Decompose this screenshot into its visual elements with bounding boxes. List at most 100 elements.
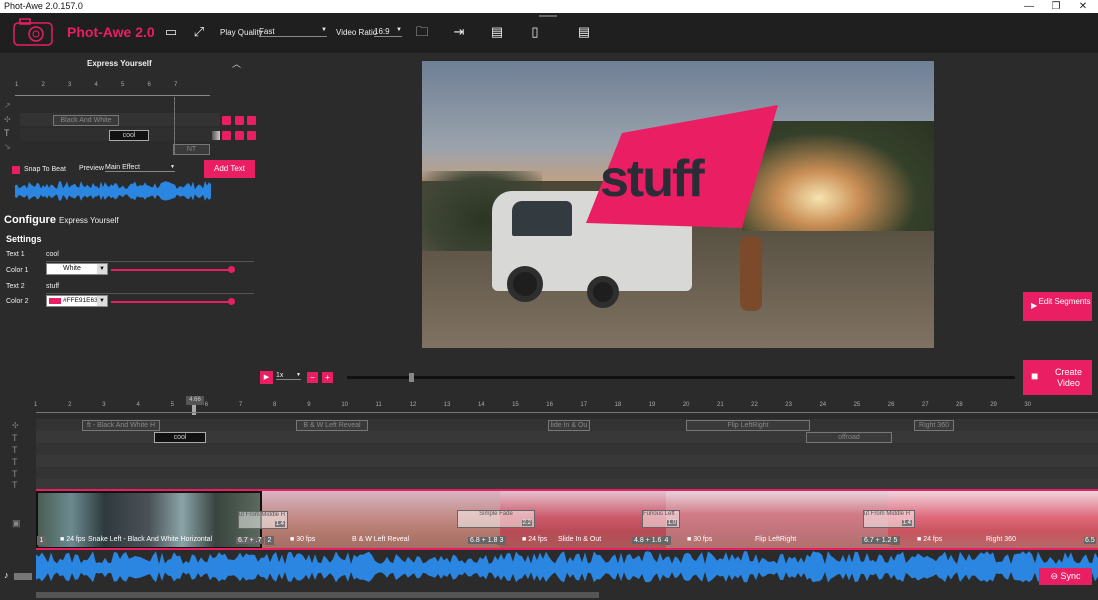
effect-segment-nt[interactable]: NT: [173, 144, 210, 155]
delete-icon[interactable]: [222, 116, 231, 125]
timeline-ruler-tick: 2: [68, 402, 72, 408]
create-video-button[interactable]: ■ Create Video: [1023, 360, 1092, 395]
timeline-text-offroad[interactable]: offroad: [806, 432, 892, 443]
collapse-icon[interactable]: ︿: [232, 57, 241, 70]
export-icon[interactable]: ⇥: [450, 23, 468, 41]
timeline-effect-4[interactable]: Flip LeftRight: [686, 420, 810, 431]
video-preview[interactable]: stuff: [422, 61, 934, 348]
play-quality-value: Fast: [259, 27, 275, 36]
color2-value: #FFE91E63: [63, 297, 98, 304]
sync-button[interactable]: ⊖ Sync: [1039, 568, 1092, 585]
audio-volume-handle[interactable]: [14, 573, 32, 580]
timeline-ruler-tick: 29: [990, 402, 997, 408]
play-quality-select[interactable]: Fast ▼: [259, 27, 327, 37]
text2-input[interactable]: stuff: [46, 283, 59, 290]
chevron-down-icon: ▼: [321, 27, 327, 33]
transition-1[interactable]: ut From Middle H 1.4: [238, 511, 288, 529]
speed-select[interactable]: 1x ▼: [276, 372, 301, 380]
color2-select[interactable]: #FFE91E63 ▼: [46, 295, 108, 307]
refresh-icon[interactable]: [235, 116, 244, 125]
text-icon: T: [12, 433, 18, 443]
effect-track-row: [20, 113, 220, 126]
video-ratio-select[interactable]: 16:9 ▼: [374, 27, 402, 37]
timeline-ruler-tick: 21: [717, 402, 724, 408]
comment-icon[interactable]: ▤: [488, 23, 506, 41]
play-button[interactable]: ▶: [260, 371, 273, 384]
timeline-row: [36, 479, 1098, 489]
timeline-text-cool[interactable]: cool: [154, 432, 206, 443]
text2-label: Text 2: [6, 283, 25, 290]
color-gradient: [212, 131, 220, 140]
trash-icon[interactable]: [247, 131, 256, 140]
clip-4-fps-value: 30 fps: [693, 536, 713, 543]
timeline-effect-3[interactable]: lide In & Ou: [548, 420, 590, 431]
timeline-ruler-tick: 14: [477, 402, 485, 408]
color2-slider-knob[interactable]: [228, 298, 235, 305]
refresh-icon[interactable]: [235, 131, 244, 140]
fullscreen-icon[interactable]: ⤢: [190, 23, 208, 41]
transition-3[interactable]: Furious Left 1.0: [642, 510, 680, 528]
text1-label: Text 1: [6, 251, 25, 258]
color2-slider[interactable]: [111, 301, 231, 303]
folder-add-icon[interactable]: 🗀: [413, 23, 431, 41]
timeline-ruler-tick: 13: [443, 402, 451, 408]
transition-4[interactable]: ut From Middle H 1.4: [863, 510, 915, 528]
transition-4-name: ut From Middle H: [864, 511, 911, 517]
clip-1-effect: Snake Left - Black And White Horizontal: [88, 536, 213, 543]
restore-icon[interactable]: ❐: [1043, 0, 1069, 13]
timeline-effect-5[interactable]: Right 360: [914, 420, 954, 431]
clip-3-effect: Slide In & Out: [558, 536, 602, 543]
clip-2-fps: ■ 30 fps: [290, 536, 315, 543]
seek-handle[interactable]: [409, 373, 414, 382]
text1-input[interactable]: cool: [46, 251, 59, 258]
edit-segments-label: Edit Segments: [1038, 297, 1091, 306]
text-icon: T: [12, 480, 18, 490]
trash-icon[interactable]: [247, 116, 256, 125]
move-icon: ✣: [12, 421, 19, 430]
zoom-in-button[interactable]: +: [322, 372, 333, 383]
document-icon[interactable]: ▯: [526, 23, 544, 41]
timeline-ruler-tick: 25: [853, 402, 861, 408]
transition-2[interactable]: Simple Fade 2.2: [457, 510, 535, 528]
effect-title: Express Yourself: [87, 59, 152, 68]
timeline-effect-1[interactable]: ft - Black And White H: [82, 420, 160, 431]
edit-segments-button[interactable]: ▶ Edit Segments: [1023, 292, 1092, 321]
configure-effect-name: Express Yourself: [59, 216, 119, 225]
seek-bar[interactable]: [347, 376, 1015, 379]
effect-ruler-tick: 5: [121, 82, 125, 88]
snap-checkbox[interactable]: [12, 166, 20, 174]
drag-handle[interactable]: [539, 15, 557, 17]
timeline-row: [36, 455, 1098, 467]
color2-label: Color 2: [6, 298, 29, 305]
transition-3-duration: 1.0: [666, 520, 677, 526]
close-icon[interactable]: ✕: [1070, 0, 1096, 13]
chat-icon[interactable]: ▤: [575, 23, 593, 41]
text1-underline: [46, 261, 254, 262]
timeline-scrollbar[interactable]: [36, 592, 599, 598]
timeline-ruler-tick: 15: [512, 402, 519, 408]
timeline-effect-2[interactable]: B & W Left Reveal: [296, 420, 368, 431]
timeline-playhead[interactable]: [192, 405, 196, 415]
layout-icon[interactable]: ▭: [162, 23, 180, 41]
sync-label: Sync: [1060, 571, 1081, 581]
color1-slider[interactable]: [111, 269, 231, 271]
clip-1-fps: ■ 24 fps: [60, 536, 85, 543]
minimize-icon[interactable]: —: [1016, 0, 1042, 13]
clip-2-number: 2: [265, 536, 274, 545]
app-name: Phot-Awe 2.0: [67, 24, 155, 40]
color1-slider-knob[interactable]: [228, 266, 235, 273]
effect-segment-bw[interactable]: Black And White: [53, 115, 119, 126]
clip-5-fps: ■ 24 fps: [917, 536, 942, 543]
delete-icon[interactable]: [222, 131, 231, 140]
preview-select[interactable]: Main Effect ▼: [105, 164, 175, 172]
timeline-ruler-tick: 27: [921, 402, 929, 408]
clip-3-fps: ■ 24 fps: [522, 536, 547, 543]
effect-segment-cool[interactable]: cool: [109, 130, 149, 141]
add-text-button[interactable]: Add Text: [204, 160, 255, 178]
timeline-ruler-tick: 30: [1024, 402, 1032, 408]
effect-ruler-tick: 7: [174, 82, 178, 88]
color1-select[interactable]: White ▼: [46, 263, 108, 275]
zoom-out-button[interactable]: −: [307, 372, 318, 383]
text-icon: T: [12, 445, 18, 455]
playhead-line: [174, 97, 175, 155]
